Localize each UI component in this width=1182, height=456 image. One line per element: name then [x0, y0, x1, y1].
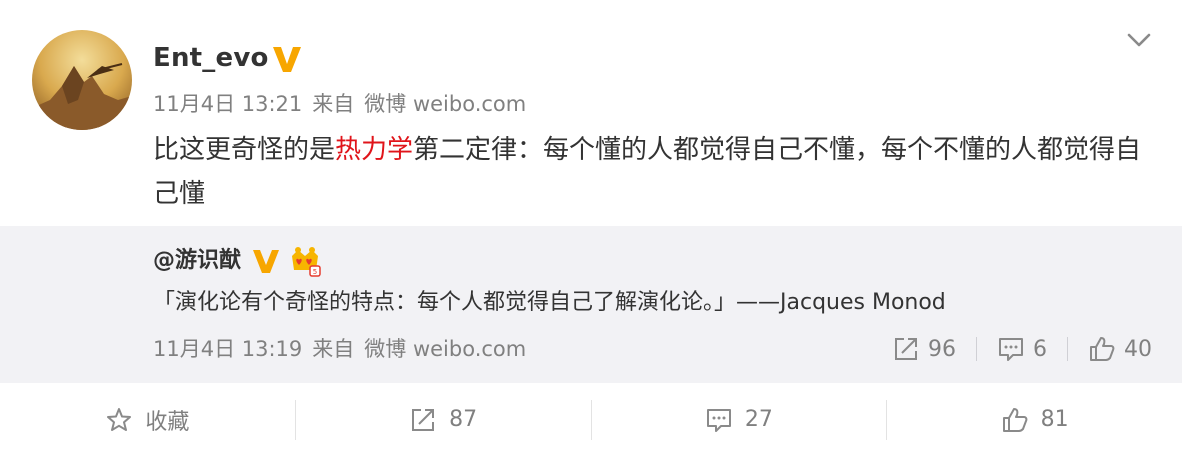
repost-source-app[interactable]: 微博 weibo.com: [364, 337, 526, 361]
repost-comments-button[interactable]: 6: [997, 335, 1047, 363]
repost-reposts-button[interactable]: 96: [892, 335, 956, 363]
repost-reposts-count: 96: [928, 336, 956, 362]
repost-text: 「演化论有个奇怪的特点：每个人都觉得自己了解演化论。」——Jacques Mon…: [153, 290, 946, 315]
verified-v-icon: [273, 47, 301, 72]
repost-icon: [412, 408, 435, 431]
repost-comments-count: 6: [1033, 336, 1047, 362]
repost-source-prefix: 来自: [312, 337, 355, 361]
post-text: 比这更奇怪的是热力学第二定律：每个懂的人都觉得自己不懂，每个不懂的人都觉得自己懂: [153, 128, 1153, 216]
post-source-prefix: 来自: [312, 92, 355, 116]
repost-likes-button[interactable]: 40: [1088, 335, 1152, 363]
divider: [1067, 337, 1068, 361]
repost-button[interactable]: 87: [296, 383, 591, 456]
repost-author[interactable]: @游识猷: [153, 244, 241, 278]
post-meta: 11月4日 13:21 来自 微博 weibo.com: [153, 88, 536, 120]
post-text-part: 比这更奇怪的是: [153, 135, 336, 165]
comment-icon: [999, 338, 1023, 361]
repost-likes-count: 40: [1124, 336, 1152, 362]
avatar[interactable]: [32, 30, 132, 130]
verified-v-icon: [253, 250, 279, 273]
weibo-post-card: Ent_evo 11月4日 13:21 来自 微博 weibo.com 比这更奇怪的…: [0, 0, 1182, 456]
comment-button[interactable]: 27: [592, 383, 887, 456]
svg-text:5: 5: [313, 268, 317, 276]
post-source-app[interactable]: 微博 weibo.com: [364, 92, 526, 116]
repost-stats: 96 6 40: [892, 332, 1152, 366]
chevron-down-icon[interactable]: [1124, 28, 1154, 52]
username[interactable]: Ent_evo: [153, 38, 269, 78]
like-button[interactable]: 81: [887, 383, 1182, 456]
favorite-label: 收藏: [145, 409, 190, 435]
repost-meta: 11月4日 13:19 来自 微博 weibo.com: [153, 332, 536, 366]
crown-badge-icon: 5: [292, 247, 321, 277]
repost-icon: [895, 338, 917, 360]
repost-box: @游识猷 5 「演化论有个奇怪的特点：每个人都觉得自己了解演化论。」——Jacq…: [0, 226, 1182, 383]
action-bar: 收藏 87 27 81: [0, 383, 1182, 456]
comment-icon: [706, 408, 731, 432]
thumbs-up-icon: [1002, 407, 1028, 432]
topic-link[interactable]: 热力学: [335, 135, 413, 165]
repost-count: 87: [449, 407, 478, 432]
repost-date[interactable]: 11月4日 13:19: [153, 337, 302, 361]
divider: [976, 337, 977, 361]
like-count: 81: [1040, 407, 1069, 432]
comment-count: 27: [744, 407, 773, 432]
post-date[interactable]: 11月4日 13:21: [153, 92, 302, 116]
favorite-button[interactable]: 收藏: [0, 383, 295, 456]
thumbs-up-icon: [1090, 337, 1115, 361]
star-icon: [107, 407, 132, 431]
